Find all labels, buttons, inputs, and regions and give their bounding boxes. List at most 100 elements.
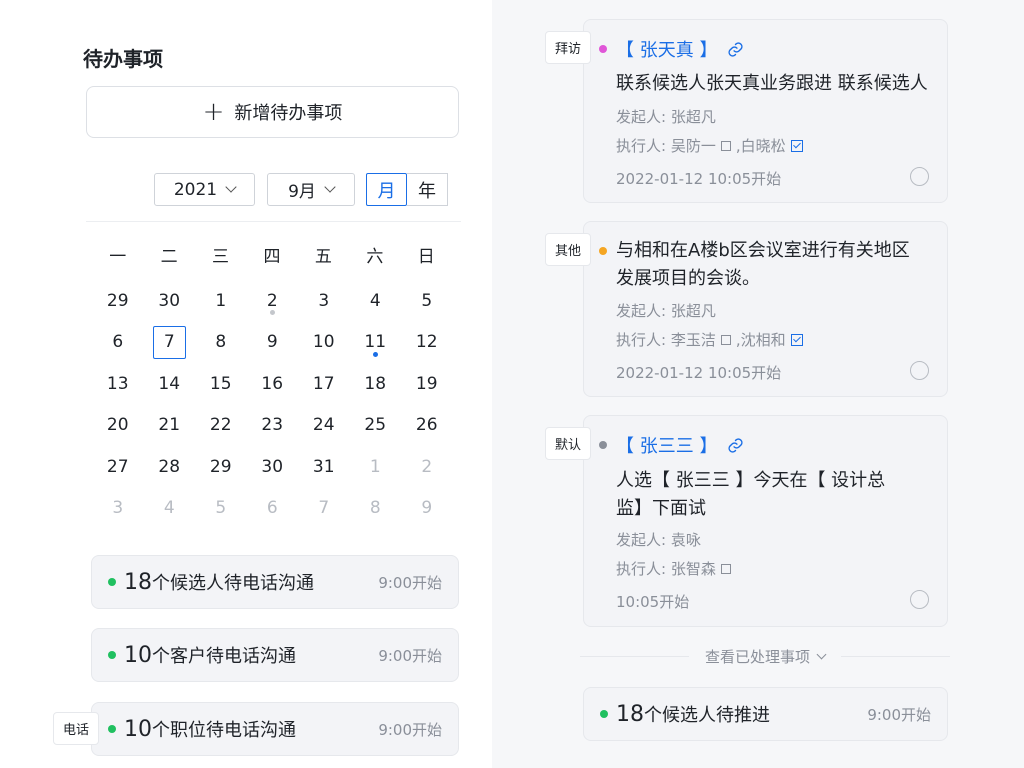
day-number: 18 [364, 373, 387, 394]
task-label: 个客户待电话沟通 [152, 646, 296, 667]
todo-card[interactable]: 与相和在A楼b区会议室进行有关地区 发展项目的会谈。 发起人: 张超凡 执行人:… [583, 221, 948, 397]
calendar-day[interactable]: 29 [92, 280, 144, 322]
datetime: 10:05开始 [616, 593, 690, 611]
candidate-name: 【 张天真 】 [616, 40, 718, 61]
calendar-day[interactable]: 6 [247, 488, 299, 530]
view-toggle-year[interactable]: 年 [407, 173, 448, 206]
complete-radio[interactable] [910, 167, 929, 186]
day-number: 19 [415, 373, 438, 394]
calendar-day[interactable]: 2 [401, 446, 453, 488]
divider-line [841, 655, 951, 657]
task-summary-card[interactable]: 10 个客户待电话沟通 9:00开始 [91, 628, 459, 682]
calendar-day[interactable]: 30 [247, 446, 299, 488]
executor-name: 执行人: 李玉洁 [616, 331, 716, 349]
calendar-day[interactable]: 28 [144, 446, 196, 488]
day-number: 26 [415, 415, 438, 436]
category-tag: 其他 [545, 233, 592, 266]
calendar-day[interactable]: 1 [350, 446, 402, 488]
add-todo-button[interactable]: + 新增待办事项 [86, 86, 459, 138]
calendar-day[interactable]: 18 [350, 363, 402, 405]
calendar-day[interactable]: 11 [350, 322, 402, 364]
calendar-day[interactable]: 30 [144, 280, 196, 322]
weekday-label: 三 [212, 247, 230, 267]
candidate-link[interactable]: 【 张天真 】 [616, 36, 744, 62]
todo-card[interactable]: 【 张三三 】 人选【 张三三 】今天在【 设计总 监】下面试 发起人: 袁咏 … [583, 415, 948, 627]
calendar-day[interactable]: 8 [195, 322, 247, 364]
calendar-day[interactable]: 10 [298, 322, 350, 364]
todo-description: 联系候选人张天真业务跟进 联系候选人 [616, 70, 928, 98]
view-toggle-month[interactable]: 月 [366, 173, 407, 206]
todo-card[interactable]: 【 张天真 】 联系候选人张天真业务跟进 联系候选人 发起人: 张超凡 执行人:… [583, 19, 948, 203]
category-tag: 拜访 [545, 31, 592, 64]
description-line: 人选【 张三三 】今天在【 设计总 [616, 470, 886, 491]
day-number: 30 [261, 456, 284, 477]
day-number: 24 [312, 415, 335, 436]
calendar-day[interactable]: 1 [195, 280, 247, 322]
day-number: 16 [261, 373, 284, 394]
calendar-day[interactable]: 31 [298, 446, 350, 488]
checkbox-empty-icon [720, 140, 731, 151]
calendar-day[interactable]: 27 [92, 446, 144, 488]
task-summary-card[interactable]: 18 个候选人待电话沟通 9:00开始 [91, 555, 459, 609]
calendar-day[interactable]: 4 [350, 280, 402, 322]
complete-radio[interactable] [910, 361, 929, 380]
status-dot [599, 441, 607, 449]
day-number: 6 [266, 498, 278, 519]
calendar-day[interactable]: 15 [195, 363, 247, 405]
calendar-day[interactable]: 9 [247, 322, 299, 364]
calendar-day[interactable]: 9 [401, 488, 453, 530]
calendar-day[interactable]: 16 [247, 363, 299, 405]
day-grid: 29 30 1 2 3 4 5 6 7 8 9 10 11 12 13 14 15 16 17 18 19 20 21 22 2… [92, 280, 452, 529]
calendar-day[interactable]: 17 [298, 363, 350, 405]
page-title: 待办事项 [83, 47, 163, 71]
task-summary-card[interactable]: 18 个候选人待推进 9:00开始 [583, 687, 948, 741]
category-tag: 电话 [53, 712, 100, 745]
calendar-day[interactable]: 14 [144, 363, 196, 405]
checkbox-empty-icon [720, 563, 731, 574]
year-value: 2021 [173, 179, 218, 200]
calendar-day[interactable]: 20 [92, 405, 144, 447]
day-number: 11 [364, 332, 387, 353]
calendar-day-selected[interactable]: 7 [144, 322, 196, 364]
executor: 执行人: 张智森 [616, 558, 734, 579]
calendar-day[interactable]: 2 [247, 280, 299, 322]
calendar-day[interactable]: 22 [195, 405, 247, 447]
status-dot [108, 651, 116, 659]
calendar-day[interactable]: 25 [350, 405, 402, 447]
link-icon [728, 437, 743, 453]
checkbox-checked-icon [790, 139, 803, 152]
calendar-day[interactable]: 24 [298, 405, 350, 447]
chevron-down-icon [816, 649, 827, 659]
calendar-day[interactable]: 23 [247, 405, 299, 447]
calendar-day[interactable]: 5 [195, 488, 247, 530]
candidate-link[interactable]: 【 张三三 】 [616, 432, 744, 458]
calendar-day[interactable]: 19 [401, 363, 453, 405]
calendar-day[interactable]: 13 [92, 363, 144, 405]
day-number: 29 [106, 290, 129, 311]
month-select[interactable]: 9月 [267, 173, 355, 206]
calendar-day[interactable]: 3 [298, 280, 350, 322]
calendar-day[interactable]: 5 [401, 280, 453, 322]
month-value: 9月 [288, 182, 316, 202]
calendar-day[interactable]: 6 [92, 322, 144, 364]
weekday-label: 一 [109, 247, 127, 267]
complete-radio[interactable] [910, 590, 929, 609]
year-select[interactable]: 2021 [154, 173, 255, 206]
calendar-day[interactable]: 29 [195, 446, 247, 488]
task-count: 10 [124, 642, 152, 668]
calendar-day[interactable]: 26 [401, 405, 453, 447]
calendar-day[interactable]: 8 [350, 488, 402, 530]
datetime: 2022-01-12 10:05开始 [616, 364, 782, 382]
day-number: 31 [312, 456, 335, 477]
calendar-day[interactable]: 21 [144, 405, 196, 447]
view-processed-toggle[interactable]: 查看已处理事项 [580, 645, 951, 667]
calendar-day[interactable]: 7 [298, 488, 350, 530]
calendar-day[interactable]: 4 [144, 488, 196, 530]
calendar-day[interactable]: 12 [401, 322, 453, 364]
calendar-header: 2021 9月 月 年 [86, 156, 461, 222]
task-summary-card[interactable]: 10 个职位待电话沟通 9:00开始 [91, 702, 459, 756]
view-processed-label: 查看已处理事项 [689, 646, 841, 667]
event-indicator-dot [372, 351, 378, 357]
category-tag: 默认 [545, 427, 592, 460]
calendar-day[interactable]: 3 [92, 488, 144, 530]
